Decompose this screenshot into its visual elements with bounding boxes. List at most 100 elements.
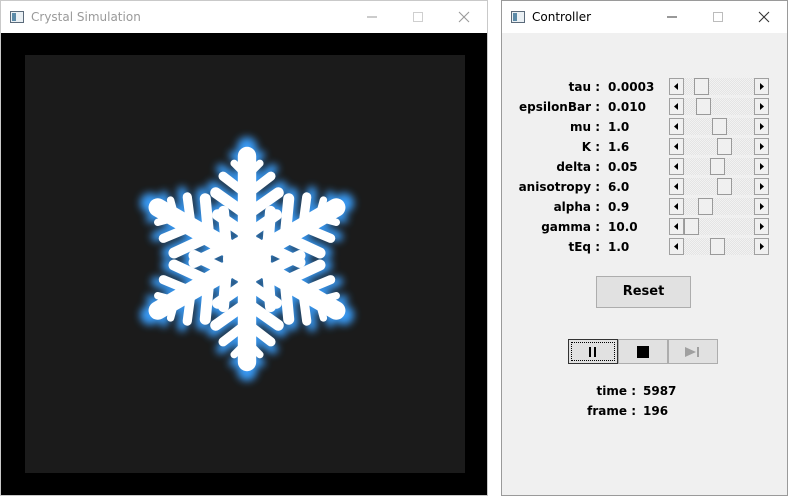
scrollbar-thumb[interactable]	[712, 118, 727, 135]
param-label: epsilonBar :	[518, 100, 600, 114]
scrollbar-track[interactable]	[684, 218, 754, 235]
scrollbar-track[interactable]	[684, 98, 754, 115]
scrollbar-track[interactable]	[684, 198, 754, 215]
param-value: 0.0003	[608, 80, 655, 94]
snowflake-crystal	[25, 55, 465, 473]
controller-titlebar[interactable]: Controller	[502, 1, 787, 33]
arrow-left-icon	[674, 223, 678, 230]
window-app-icon	[10, 11, 24, 23]
scroll-left-button[interactable]	[669, 218, 684, 235]
simulation-canvas[interactable]	[25, 55, 465, 473]
stat-label: time :	[596, 384, 636, 398]
param-row: anisotropy : 6.0	[502, 177, 788, 197]
param-row: alpha : 0.9	[502, 197, 788, 217]
param-scrollbar[interactable]	[669, 218, 769, 235]
scrollbar-track[interactable]	[684, 118, 754, 135]
scrollbar-thumb[interactable]	[694, 78, 709, 95]
stat-value: 196	[643, 404, 669, 418]
arrow-right-icon	[760, 103, 764, 110]
scroll-right-button[interactable]	[754, 218, 769, 235]
scrollbar-track[interactable]	[684, 238, 754, 255]
minimize-button[interactable]	[349, 1, 395, 33]
scroll-right-button[interactable]	[754, 118, 769, 135]
scroll-left-button[interactable]	[669, 198, 684, 215]
pause-icon	[589, 346, 596, 357]
param-scrollbar[interactable]	[669, 138, 769, 155]
scrollbar-thumb[interactable]	[710, 238, 725, 255]
scroll-left-button[interactable]	[669, 138, 684, 155]
scroll-right-button[interactable]	[754, 98, 769, 115]
scroll-left-button[interactable]	[669, 178, 684, 195]
window-app-icon	[511, 11, 525, 23]
minimize-icon	[367, 16, 377, 18]
param-value: 6.0	[608, 180, 630, 194]
crystal-simulation-window: Crystal Simulation	[0, 0, 488, 496]
param-row: tEq : 1.0	[502, 237, 788, 257]
scroll-right-button[interactable]	[754, 138, 769, 155]
arrow-left-icon	[674, 203, 678, 210]
step-forward-icon	[685, 346, 699, 357]
scroll-right-button[interactable]	[754, 178, 769, 195]
maximize-icon	[713, 12, 723, 22]
param-scrollbar[interactable]	[669, 178, 769, 195]
arrow-left-icon	[674, 143, 678, 150]
scrollbar-thumb[interactable]	[698, 198, 713, 215]
maximize-button[interactable]	[695, 1, 741, 33]
param-scrollbar[interactable]	[669, 158, 769, 175]
param-scrollbar[interactable]	[669, 118, 769, 135]
scroll-right-button[interactable]	[754, 198, 769, 215]
maximize-button[interactable]	[395, 1, 441, 33]
scroll-left-button[interactable]	[669, 118, 684, 135]
stop-button[interactable]	[618, 339, 668, 364]
close-button[interactable]	[441, 1, 487, 33]
scroll-left-button[interactable]	[669, 238, 684, 255]
scrollbar-track[interactable]	[684, 158, 754, 175]
param-scrollbar[interactable]	[669, 98, 769, 115]
step-forward-button[interactable]	[668, 339, 718, 364]
scroll-left-button[interactable]	[669, 98, 684, 115]
scroll-right-button[interactable]	[754, 158, 769, 175]
crystal-titlebar[interactable]: Crystal Simulation	[1, 1, 487, 33]
param-label: K :	[581, 140, 600, 154]
scrollbar-thumb[interactable]	[684, 218, 699, 235]
param-scrollbar[interactable]	[669, 78, 769, 95]
param-row: K : 1.6	[502, 137, 788, 157]
arrow-right-icon	[760, 223, 764, 230]
minimize-button[interactable]	[649, 1, 695, 33]
scroll-left-button[interactable]	[669, 78, 684, 95]
scroll-right-button[interactable]	[754, 238, 769, 255]
scroll-left-button[interactable]	[669, 158, 684, 175]
param-value: 1.6	[608, 140, 630, 154]
param-label: tEq :	[568, 240, 601, 254]
param-row: tau : 0.0003	[502, 77, 788, 97]
param-value: 0.9	[608, 200, 630, 214]
scrollbar-track[interactable]	[684, 178, 754, 195]
param-row: delta : 0.05	[502, 157, 788, 177]
stat-row: frame : 196	[502, 404, 788, 422]
window-title: Controller	[532, 10, 592, 24]
reset-button[interactable]: Reset	[596, 276, 691, 308]
param-label: gamma :	[541, 220, 600, 234]
param-value: 0.010	[608, 100, 646, 114]
param-value: 10.0	[608, 220, 638, 234]
stop-icon	[637, 345, 649, 358]
scrollbar-thumb[interactable]	[710, 158, 725, 175]
param-row: epsilonBar : 0.010	[502, 97, 788, 117]
param-scrollbar[interactable]	[669, 198, 769, 215]
scrollbar-thumb[interactable]	[696, 98, 711, 115]
scrollbar-thumb[interactable]	[717, 178, 732, 195]
close-button[interactable]	[741, 1, 787, 33]
param-label: mu :	[569, 120, 600, 134]
scrollbar-track[interactable]	[684, 138, 754, 155]
arrow-right-icon	[760, 123, 764, 130]
arrow-left-icon	[674, 123, 678, 130]
scrollbar-track[interactable]	[684, 78, 754, 95]
pause-button[interactable]	[568, 339, 618, 364]
scroll-right-button[interactable]	[754, 78, 769, 95]
stat-value: 5987	[643, 384, 677, 398]
arrow-left-icon	[674, 183, 678, 190]
scrollbar-thumb[interactable]	[717, 138, 732, 155]
param-scrollbar[interactable]	[669, 238, 769, 255]
param-label: anisotropy :	[518, 180, 600, 194]
param-value: 1.0	[608, 120, 630, 134]
